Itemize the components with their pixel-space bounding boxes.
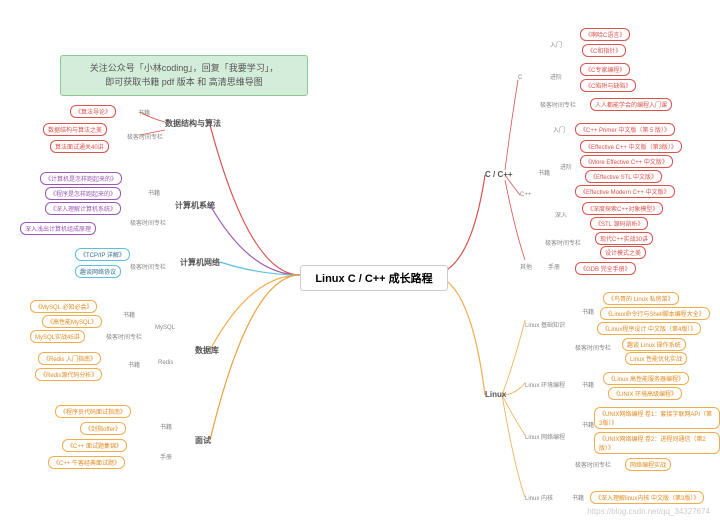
cc-ob: 《GDB 完全手册》	[575, 262, 636, 275]
lxn-b3: 网络编程实战	[625, 458, 671, 471]
lxb-b1: 《鸟哥的 Linux 私房菜》	[603, 292, 679, 305]
lx-kernel: Linux 内核	[525, 493, 553, 502]
c-eb1: 《啊哈C语言》	[580, 28, 630, 41]
cpp-eb2: 《Effective C++ 中文版（第3版）》	[580, 140, 682, 153]
branch-lx: Linux	[485, 390, 506, 399]
lxn-s1: 书籍	[582, 420, 594, 429]
db-rb2: 《Redis源代码分析》	[35, 368, 102, 381]
cc-os: 手册	[548, 262, 560, 271]
net-b1: 《TCP/IP 详解》	[75, 248, 130, 261]
branch-ds: 数据结构与算法	[165, 118, 221, 129]
iv-b3: 《C++ 面试题集锦》	[62, 439, 127, 452]
cpp-eb4: 《Effective STL 中文版》	[585, 170, 662, 183]
cpp-e5: 极客时间专栏	[545, 238, 581, 247]
lxb-b4: 趣谈 Linux 操作系统	[622, 338, 686, 351]
cpp-eb7: 《STL 源码剖析》	[590, 217, 648, 230]
cc-o: 其他	[520, 262, 532, 271]
iv-b4: 《C++ 牛客经典面试题》	[48, 456, 125, 469]
lxe-s: 书籍	[582, 380, 594, 389]
branch-net: 计算机网络	[180, 257, 220, 268]
iv-s2: 手册	[160, 452, 172, 461]
banner: 关注公众号「小林coding」，回复「我要学习」， 即可获取书籍 pdf 版本 …	[60, 55, 308, 96]
lxe-b1: 《Linux 高性能服务器编程》	[603, 372, 689, 385]
branch-cc: C / C++	[485, 170, 513, 179]
ds-sub1: 书籍	[138, 108, 150, 117]
c-e3: 极客时间专栏	[540, 100, 576, 109]
lxb-b5: Linux 性能优化实战	[625, 352, 687, 365]
db-mysql: MySQL	[155, 325, 175, 331]
cpp-eb3: 《More Effective C++ 中文版》	[580, 155, 673, 168]
cpp-e3: 进阶	[560, 162, 572, 171]
center-title: Linux C / C++ 成长路程	[300, 265, 448, 291]
lx-env: Linux 环境编程	[525, 380, 565, 389]
lxk-s: 书籍	[572, 493, 584, 502]
banner-l1: 关注公众号「小林coding」，回复「我要学习」，	[90, 63, 279, 73]
c-eb2: 《C和指针》	[582, 44, 626, 57]
ds-b2: 数据结构与算法之美	[43, 123, 107, 136]
c-e2: 进阶	[550, 72, 562, 81]
iv-b1: 《程序员代码面试指南》	[55, 405, 131, 418]
banner-l2: 即可获取书籍 pdf 版本 和 高清思维导图	[105, 77, 263, 87]
ds-b3: 算法面试通关40讲	[50, 140, 109, 153]
branch-iv: 面试	[195, 435, 211, 446]
db-mb3: MySQL实战45讲	[30, 330, 85, 343]
lx-netp: Linux 网络编程	[525, 432, 565, 441]
iv-s1: 书籍	[160, 422, 172, 431]
lxb-s2: 极客时间专栏	[575, 343, 611, 352]
cpp-e2: 书籍	[538, 168, 550, 177]
db-mb2: 《高性能MySQL》	[42, 315, 102, 328]
cpp-eb6: 《深度探索C++对象模型》	[582, 202, 663, 215]
net-b2: 趣谈网络协议	[75, 265, 121, 278]
lxn-s2: 极客时间专栏	[575, 460, 611, 469]
cpp-e1: 入门	[553, 125, 565, 134]
lxn-b1: 《UNIX网络编程 卷1：套接字联网API（第3版）》	[594, 407, 720, 429]
lxb-b3: 《Linux程序设计 中文版（第4版）》	[597, 322, 701, 335]
sys-b1: 《计算机是怎样跑起来的》	[40, 172, 122, 185]
c-eb3: 《C专家编程》	[580, 63, 630, 76]
lxb-s1: 书籍	[582, 307, 594, 316]
db-rb1: 《Redis 入门指南》	[38, 352, 101, 365]
sys-sub2: 极客时间专栏	[130, 218, 166, 227]
branch-sys: 计算机系统	[175, 200, 215, 211]
cc-cpp: C++	[520, 192, 531, 198]
db-redis: Redis	[158, 360, 173, 366]
cpp-e4: 深入	[555, 210, 567, 219]
branch-db: 数据库	[195, 345, 219, 356]
watermark: https://blog.csdn.net/qq_34327674	[587, 507, 710, 516]
cpp-eb5: 《Effective Modern C++ 中文版》	[575, 185, 675, 198]
cc-c: C	[518, 75, 522, 81]
lxk-b: 《深入理解linux内核 中文版（第3版）》	[590, 491, 704, 504]
lxn-b2: 《UNIX网络编程 卷2：进程间通信（第2版）》	[594, 432, 720, 454]
sys-b2: 《程序是怎样跑起来的》	[45, 187, 121, 200]
ds-sub2: 极客时间专栏	[127, 132, 163, 141]
lx-base: Linux 基础知识	[525, 320, 565, 329]
net-sub: 极客时间专栏	[130, 262, 166, 271]
iv-b2: 《剑指offer》	[80, 422, 126, 435]
cpp-eb8: 现代C++实战30讲	[595, 232, 653, 245]
cpp-eb1: 《C++ Primer 中文版（第 5 版）》	[575, 123, 675, 136]
sys-b3: 《深入理解计算机系统》	[45, 202, 121, 215]
c-e1: 入门	[550, 40, 562, 49]
lxb-b2: 《Linux命令行与Shell脚本编程大全》	[600, 307, 710, 320]
db-ms1: 书籍	[123, 310, 135, 319]
db-ms2: 极客时间专栏	[106, 332, 142, 341]
sys-b4: 深入浅出计算机组成原理	[20, 222, 96, 235]
cpp-eb9: 设计模式之美	[600, 246, 646, 259]
ds-b1: 《算法导论》	[70, 105, 116, 118]
sys-sub1: 书籍	[148, 188, 160, 197]
lxe-b2: 《UNIX 环境高级编程》	[608, 387, 682, 400]
c-eb4: 《C陷阱与缺陷》	[580, 79, 636, 92]
db-mb1: 《MySQL 必知必会》	[30, 300, 97, 313]
c-eb5: 人人都能学会的编程入门课	[590, 98, 672, 111]
db-rs: 书籍	[128, 360, 140, 369]
